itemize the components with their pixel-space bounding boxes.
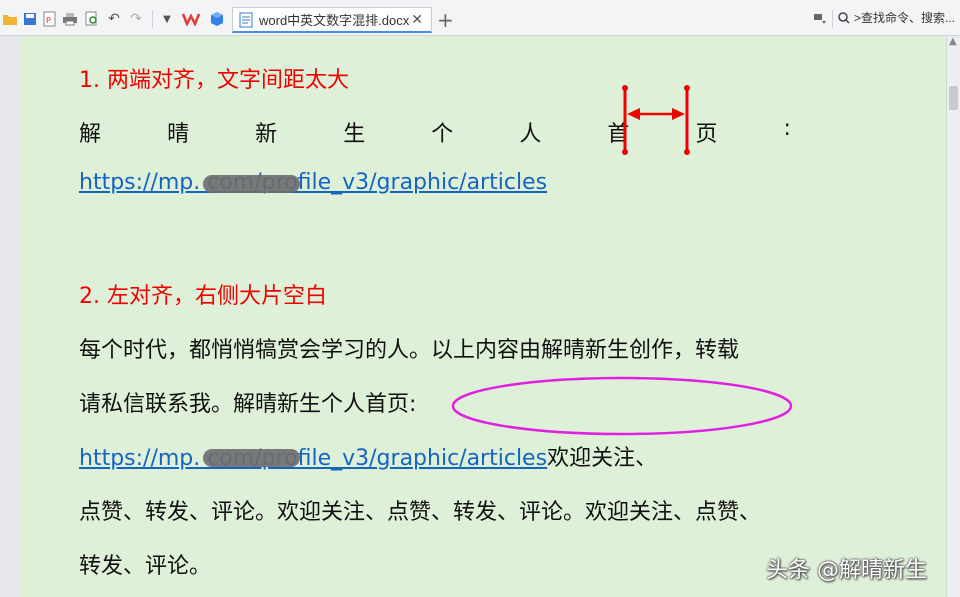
whitespace-ellipse-annotation [451,376,793,436]
spacing-arrow-annotation [622,85,690,155]
annotation-overlay [451,85,793,436]
watermark: 头条 @解晴新生 [766,558,927,583]
